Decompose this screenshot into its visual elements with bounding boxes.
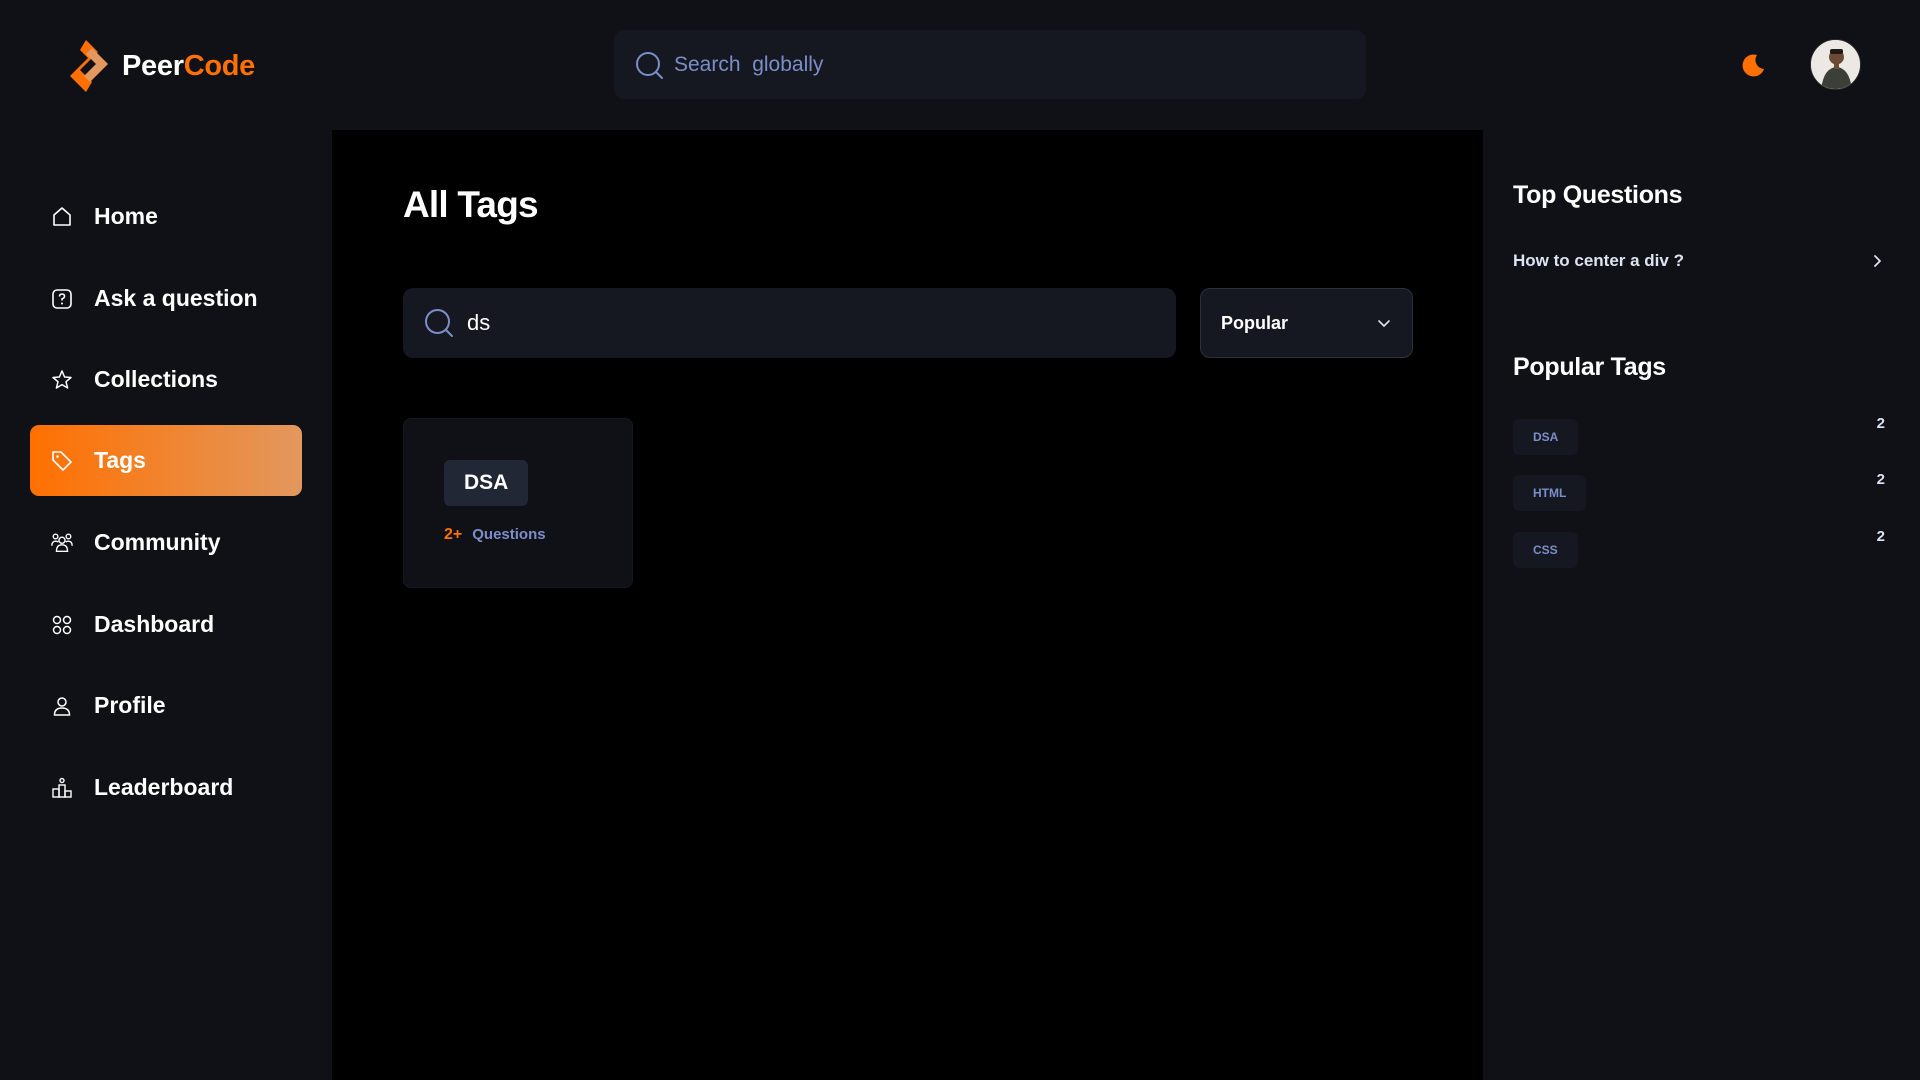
filter-selected-value: Popular xyxy=(1221,312,1289,333)
users-icon xyxy=(50,531,74,555)
top-questions-title: Top Questions xyxy=(1513,181,1683,209)
sidebar-item-label: Collections xyxy=(94,366,218,392)
left-sidebar: Home Ask a question Collections Tags Com… xyxy=(0,130,332,1080)
tag-search-input[interactable] xyxy=(467,310,1147,336)
moon-icon xyxy=(1742,54,1764,77)
sidebar-item-leaderboard[interactable]: Leaderboard xyxy=(30,752,302,823)
global-search-input[interactable] xyxy=(674,52,1314,77)
sidebar-item-label: Tags xyxy=(94,447,146,473)
brand-name: PeerCode xyxy=(122,49,255,82)
popular-tag-chip[interactable]: CSS xyxy=(1513,532,1578,568)
user-icon xyxy=(50,694,74,718)
logo-icon xyxy=(70,40,108,92)
popular-tag-count: 2 xyxy=(1876,528,1885,545)
tag-chip[interactable]: DSA xyxy=(444,460,529,506)
sidebar-item-dashboard[interactable]: Dashboard xyxy=(30,589,302,660)
popular-tag-count: 2 xyxy=(1876,415,1885,432)
popular-tags-title: Popular Tags xyxy=(1513,353,1666,381)
popular-tag-row[interactable]: DSA 2 xyxy=(1513,415,1885,455)
avatar-image xyxy=(1811,40,1860,89)
popular-tag-chip[interactable]: DSA xyxy=(1513,419,1579,455)
logo[interactable]: PeerCode xyxy=(66,38,255,94)
filter-select[interactable]: Popular xyxy=(1200,288,1413,358)
sidebar-item-ask-question[interactable]: Ask a question xyxy=(30,263,302,334)
sidebar-item-collections[interactable]: Collections xyxy=(30,344,302,415)
theme-toggle-button[interactable] xyxy=(1738,50,1768,80)
home-icon xyxy=(50,205,74,229)
sidebar-item-tags[interactable]: Tags xyxy=(30,425,302,496)
tag-name: DSA xyxy=(464,471,509,494)
popular-tag-row[interactable]: HTML 2 xyxy=(1513,471,1885,511)
popular-tag-row[interactable]: CSS 2 xyxy=(1513,528,1885,568)
sidebar-item-label: Dashboard xyxy=(94,611,215,637)
right-sidebar: Top Questions How to center a div ? Popu… xyxy=(1483,130,1920,1080)
search-icon xyxy=(636,51,663,79)
sidebar-item-label: Home xyxy=(94,203,158,229)
sidebar-item-profile[interactable]: Profile xyxy=(30,670,302,741)
tag-count-label: Questions xyxy=(472,526,546,543)
top-question-item[interactable]: How to center a div ? xyxy=(1513,248,1885,274)
global-search[interactable] xyxy=(614,30,1366,99)
chevron-down-icon xyxy=(1378,320,1390,327)
sidebar-item-label: Community xyxy=(94,529,221,555)
podium-icon xyxy=(50,776,74,800)
top-navbar: PeerCode xyxy=(0,0,1920,130)
tag-icon xyxy=(50,449,74,473)
tag-question-count: 2+ Questions xyxy=(444,526,546,544)
sidebar-item-label: Ask a question xyxy=(94,285,258,311)
chevron-right-icon xyxy=(1874,255,1881,267)
search-icon xyxy=(425,309,453,337)
sidebar-item-label: Leaderboard xyxy=(94,774,234,800)
grid-icon xyxy=(50,613,74,637)
popular-tag-count: 2 xyxy=(1876,471,1885,488)
popular-tag-chip[interactable]: HTML xyxy=(1513,475,1587,511)
tag-search[interactable] xyxy=(403,288,1176,358)
sidebar-item-label: Profile xyxy=(94,692,166,718)
question-icon xyxy=(50,287,74,311)
sidebar-item-home[interactable]: Home xyxy=(30,181,302,252)
sidebar-item-community[interactable]: Community xyxy=(30,507,302,578)
star-icon xyxy=(50,368,74,392)
question-text: How to center a div ? xyxy=(1513,251,1684,270)
user-avatar[interactable] xyxy=(1810,39,1861,90)
tag-card[interactable]: DSA 2+ Questions xyxy=(403,418,633,588)
main-content: All Tags Popular DSA 2+ Questions xyxy=(332,130,1483,1080)
tag-count-number: 2+ xyxy=(444,526,463,543)
page-title: All Tags xyxy=(403,184,539,225)
